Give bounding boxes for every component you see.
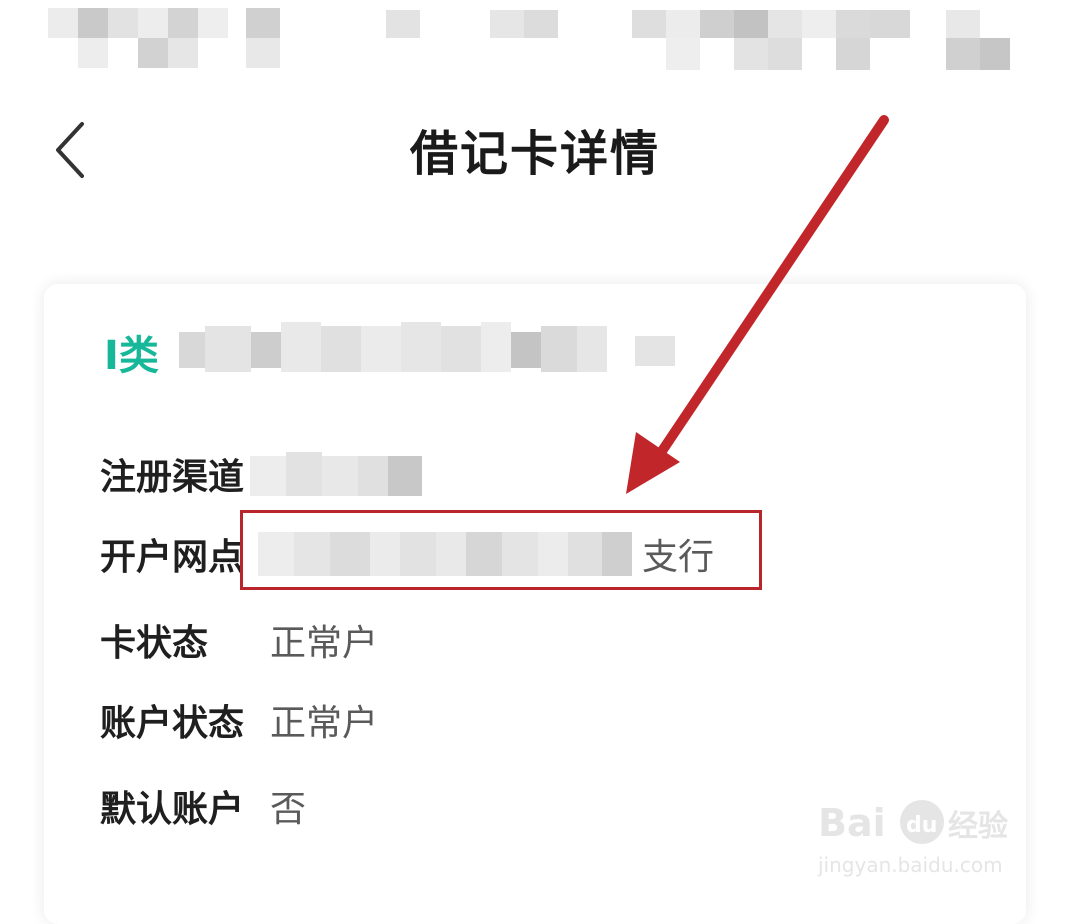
row-label: 注册渠道 [100,457,245,498]
blurred-value [250,452,422,496]
row-card-status: 卡状态 正常户 [100,610,378,670]
header: 借记卡详情 [0,100,1070,200]
annotation-highlight-box [240,510,762,590]
row-label: 账户状态 [100,703,245,744]
card-type-label: I类 [104,333,159,379]
row-default-account: 默认账户 否 [100,776,306,836]
row-value: 正常户 [270,703,379,744]
svg-text:Bai: Bai [818,801,886,845]
svg-text:du: du [906,813,937,838]
row-registration-channel: 注册渠道 [100,444,430,504]
svg-text:经验: 经验 [948,809,1008,844]
row-label: 卡状态 [100,623,209,664]
row-account-status: 账户状态 正常户 [100,690,378,750]
baidu-logo-icon: Bai du 经验 jingyan.baidu.com [817,800,1008,877]
blurred-status-bar [48,8,1010,70]
card-type-row: I类 [104,312,699,392]
row-value: 正常户 [270,623,379,664]
status-bar [0,0,1070,90]
baidu-jingyan-watermark: Bai du 经验 jingyan.baidu.com [814,792,1014,882]
page-title: 借记卡详情 [409,126,660,182]
row-value: 否 [270,789,307,830]
blurred-card-number [178,322,675,372]
svg-text:jingyan.baidu.com: jingyan.baidu.com [817,853,1003,877]
row-label: 开户网点 [100,537,245,578]
row-label: 默认账户 [100,789,245,830]
